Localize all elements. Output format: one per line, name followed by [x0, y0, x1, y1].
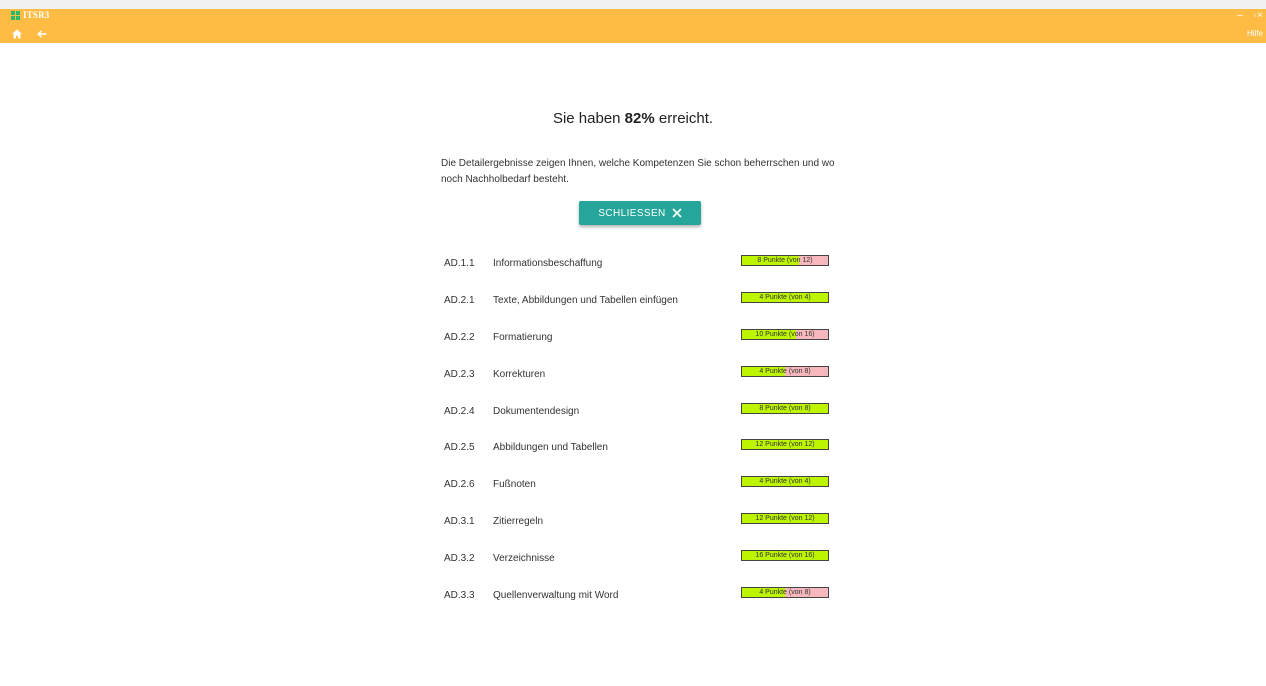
score-bar: 4 Punkte (von 8): [741, 587, 829, 599]
score-label: 4 Punkte (von 4): [759, 478, 811, 486]
score-label: 16 Punkte (von 16): [755, 552, 815, 560]
result-code: AD.2.6: [444, 479, 475, 491]
score-bar: 8 Punkte (von 8): [741, 402, 829, 414]
result-row: AD.2.2 Formatierung 10 Punkte (von 16): [444, 327, 844, 364]
score-bar: 4 Punkte (von 4): [741, 476, 829, 488]
score-bar: 12 Punkte (von 12): [741, 513, 829, 525]
result-topic: Abbildungen und Tabellen: [493, 442, 608, 454]
result-topic: Korrekturen: [493, 368, 546, 380]
minimize-button[interactable]: –: [1233, 10, 1247, 22]
app-grid-icon: [11, 11, 20, 20]
result-intro-text: Die Detailergebnisse zeigen Ihnen, welch…: [441, 158, 835, 185]
score-label: 4 Punkte (von 8): [759, 589, 811, 597]
result-code: AD.2.2: [444, 331, 475, 343]
score-label: 12 Punkte (von 12): [755, 515, 815, 523]
score-bar: 4 Punkte (von 8): [741, 365, 829, 377]
window-top-strip: [0, 0, 1266, 9]
result-row: AD.2.5 Abbildungen und Tabellen 12 Punkte …: [444, 437, 844, 474]
result-row: AD.1.1 Informationsbeschaffung 8 Punkte (v…: [444, 253, 844, 290]
score-label: 4 Punkte (von 4): [759, 293, 811, 301]
score-bar: 10 Punkte (von 16): [741, 328, 829, 340]
score-bar: 16 Punkte (von 16): [741, 550, 829, 562]
home-icon[interactable]: [11, 27, 23, 39]
result-heading: Sie haben 82% erreicht.: [0, 110, 1266, 127]
result-topic: Quellenverwaltung mit Word: [493, 590, 619, 602]
result-row: AD.2.4 Dokumentendesign 8 Punkte (von 8): [444, 401, 844, 438]
score-bar: 12 Punkte (von 12): [741, 439, 829, 451]
result-code: AD.3.3: [444, 590, 475, 602]
score-label: 4 Punkte (von 8): [759, 367, 811, 375]
result-topic: Texte, Abbildungen und Tabellen einfügen: [493, 294, 678, 306]
result-row: AD.3.3 Quellenverwaltung mit Word 4 Punkte…: [444, 585, 844, 622]
score-label: 10 Punkte (von 16): [755, 330, 815, 338]
score-bar: 8 Punkte (von 12): [741, 255, 829, 266]
result-topic: Informationsbeschaffung: [493, 258, 603, 269]
result-topic: Verzeichnisse: [493, 553, 555, 565]
app-title: ITSR3: [23, 10, 50, 20]
score-label: 8 Punkte (von 12): [757, 257, 813, 264]
close-button-label: SCHLIESSEN: [598, 207, 666, 219]
result-row: AD.3.1 Zitierregeln 12 Punkte (von 12): [444, 511, 844, 548]
back-arrow-icon[interactable]: [36, 27, 48, 39]
result-topic: Dokumentendesign: [493, 405, 580, 417]
result-row: AD.2.3 Korrekturen 4 Punkte (von 8): [444, 364, 844, 401]
result-code: AD.1.1: [444, 258, 475, 269]
result-suffix: erreicht.: [654, 110, 714, 127]
result-row: AD.2.6 Fußnoten 4 Punkte (von 4): [444, 474, 844, 511]
results-list: AD.1.1 Informationsbeschaffung 8 Punkte (v…: [444, 253, 844, 622]
score-bar: 4 Punkte (von 4): [741, 291, 829, 303]
result-code: AD.3.1: [444, 516, 475, 528]
result-code: AD.2.5: [444, 442, 475, 454]
help-link[interactable]: Hilfe: [1247, 29, 1263, 38]
app-bar: ITSR3 – ▫ × Hilfe: [0, 9, 1266, 43]
close-icon: [672, 208, 682, 218]
result-prefix: Sie haben: [552, 110, 625, 127]
result-code: AD.2.4: [444, 405, 475, 417]
close-button[interactable]: SCHLIESSEN: [579, 201, 701, 225]
result-code: AD.3.2: [444, 553, 475, 565]
result-row: AD.3.2 Verzeichnisse 16 Punkte (von 16): [444, 548, 844, 585]
result-topic: Fußnoten: [493, 479, 536, 491]
window-close-button[interactable]: ×: [1253, 10, 1266, 22]
result-row: AD.2.1 Texte, Abbildungen und Tabellen ei…: [444, 290, 844, 327]
score-label: 12 Punkte (von 12): [755, 441, 815, 449]
score-label: 8 Punkte (von 8): [759, 404, 811, 412]
result-code: AD.2.1: [444, 294, 475, 306]
result-topic: Zitierregeln: [493, 516, 544, 528]
result-percent: 82%: [624, 110, 655, 127]
result-code: AD.2.3: [444, 368, 475, 380]
result-topic: Formatierung: [493, 331, 553, 343]
